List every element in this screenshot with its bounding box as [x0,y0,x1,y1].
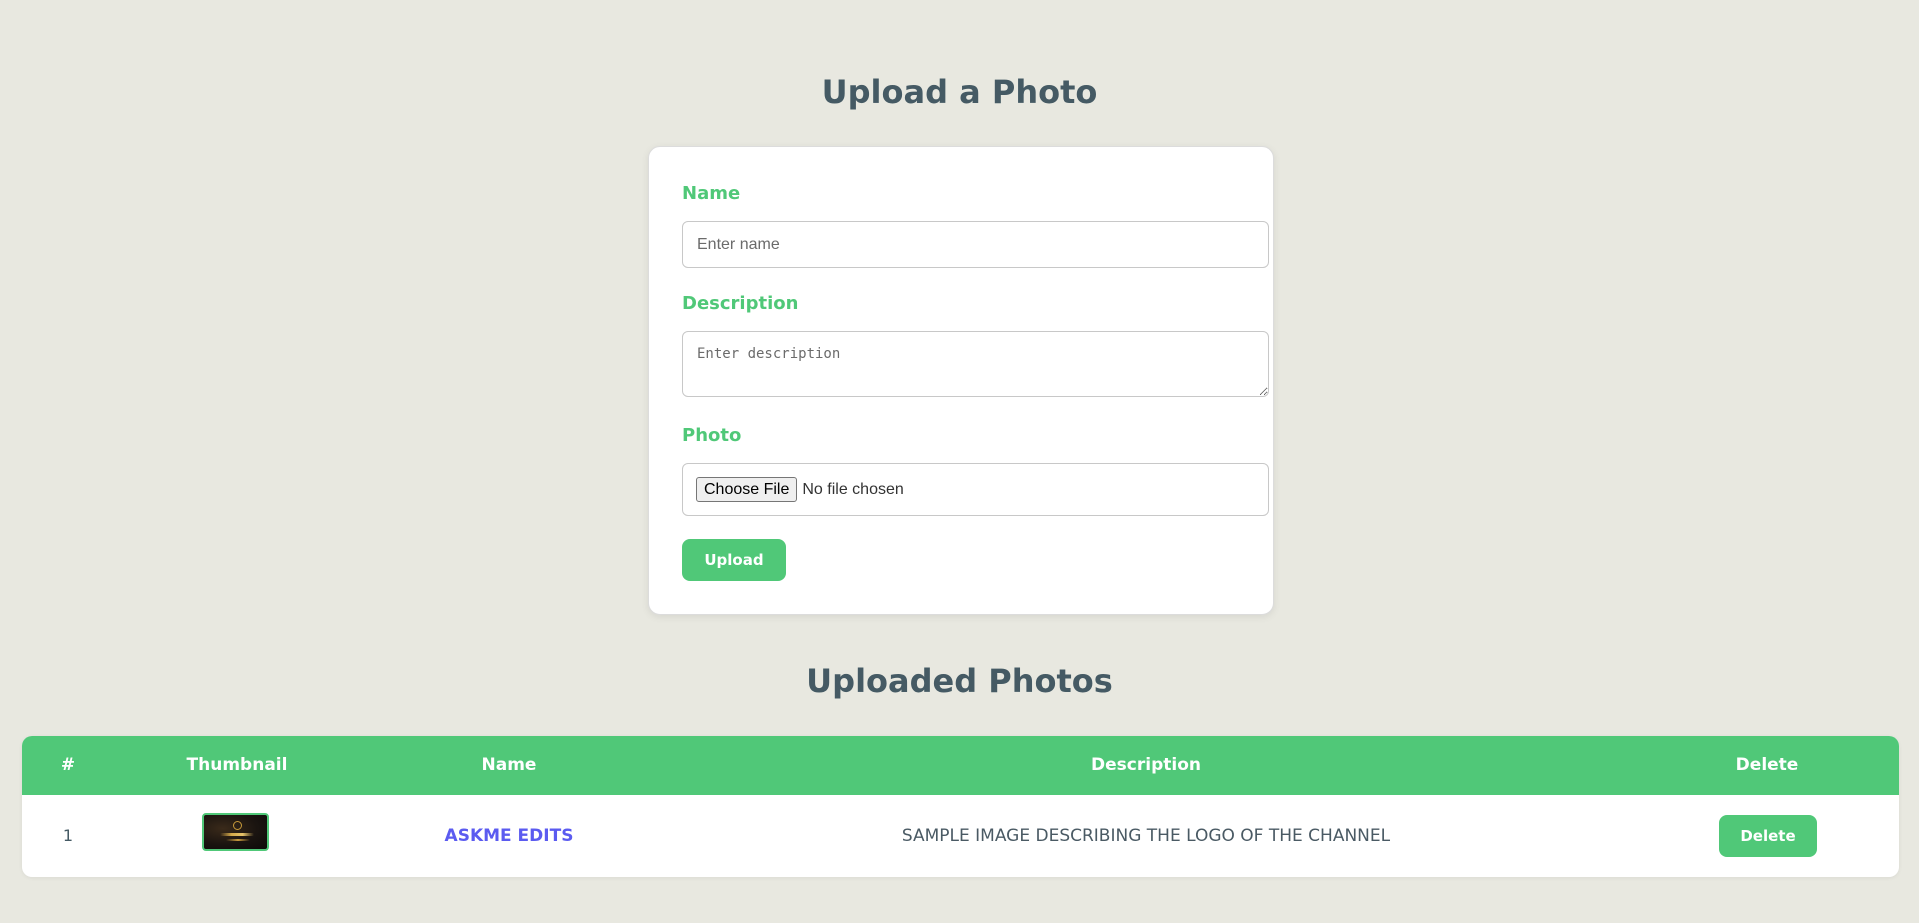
description-label: Description [682,293,799,314]
delete-button[interactable]: Delete [1719,815,1817,857]
logo-script-mark [226,839,250,841]
description-textarea[interactable] [682,331,1269,397]
channel-logo-thumbnail[interactable] [202,813,269,851]
upload-title: Upload a Photo [821,73,1098,111]
uploaded-photos-title: Uploaded Photos [806,662,1113,700]
photo-file-input[interactable]: Choose File No file chosen [682,463,1269,516]
row-index: 1 [62,826,74,845]
file-status-text: No file chosen [802,480,904,498]
choose-file-button[interactable]: Choose File [696,477,798,502]
column-header-description: Description [1091,755,1201,775]
photo-description: SAMPLE IMAGE DESCRIBING THE LOGO OF THE … [901,826,1391,846]
column-header-delete: Delete [1735,755,1799,775]
photo-name-link[interactable]: ASKME EDITS [445,795,574,877]
photos-table: # Thumbnail Name Description Delete 1 AS… [22,736,1899,877]
photo-label: Photo [682,425,742,446]
logo-script-mark [220,833,254,836]
column-header-index: # [60,755,76,775]
name-input[interactable] [682,221,1269,268]
upload-button[interactable]: Upload [682,539,786,581]
table-header: # Thumbnail Name Description Delete [22,736,1899,795]
column-header-thumbnail: Thumbnail [186,755,288,775]
upload-form-card: Name Description Photo Choose File No fi… [648,146,1274,615]
logo-circle-icon [233,821,242,830]
column-header-name: Name [481,755,537,775]
name-label: Name [682,183,741,204]
